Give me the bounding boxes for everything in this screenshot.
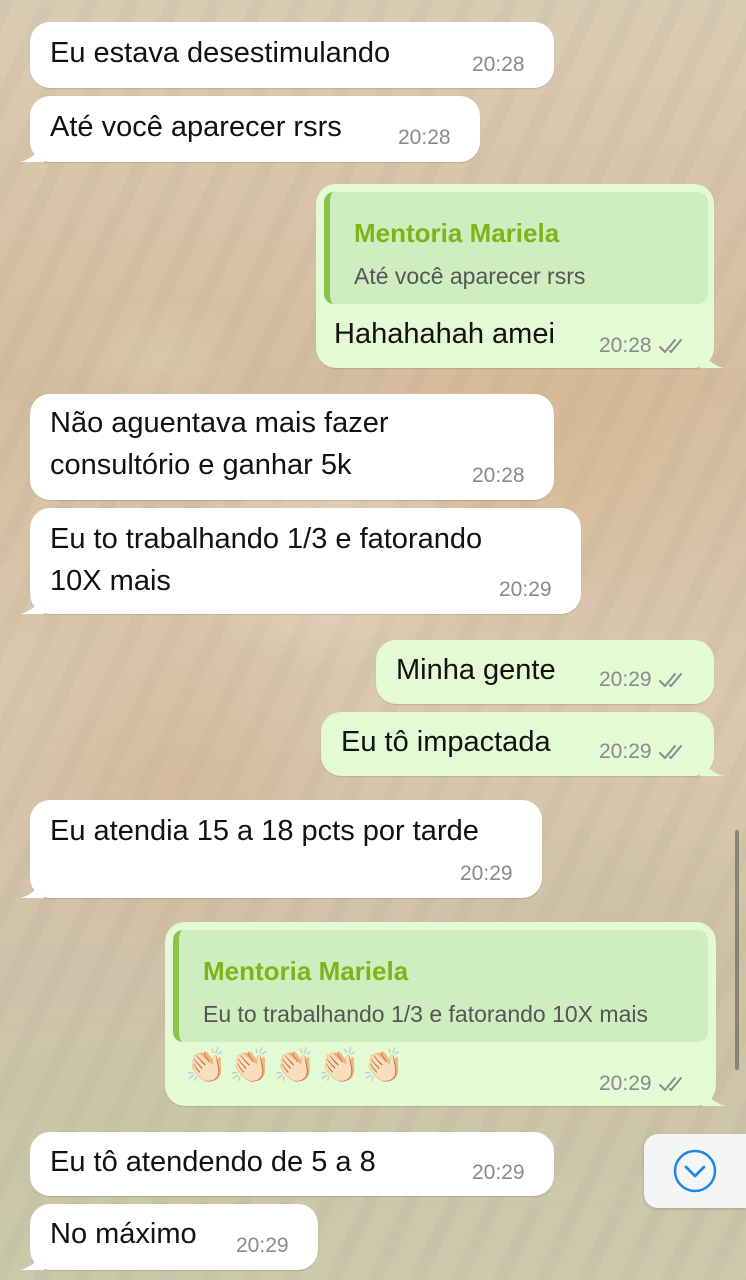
message-time: 20:29 [599, 1072, 652, 1095]
quote-text: Eu to trabalhando 1/3 e fatorando 10X ma… [203, 1001, 648, 1027]
bubble-tail [702, 1084, 726, 1106]
bubble-tail [20, 1248, 44, 1270]
message-text: No máximo [50, 1218, 197, 1250]
message-text-line: 10X mais [50, 565, 171, 597]
quote-author: Mentoria Mariela [354, 218, 560, 248]
double-check-icon [658, 339, 682, 353]
message-meta: 20:28 [599, 334, 688, 358]
message-time: 20:29 [599, 668, 652, 691]
message-time: 20:28 [599, 334, 652, 357]
double-check-icon [658, 745, 682, 759]
message-text-line: Eu to trabalhando 1/3 e fatorando [50, 523, 483, 555]
message-meta: 20:29 [599, 740, 688, 764]
scrollbar[interactable] [735, 830, 739, 1070]
message-text: Eu estava desestimulando [50, 37, 391, 69]
message-text: Eu tô impactada [341, 726, 551, 758]
bubble-tail [20, 140, 44, 162]
incoming-message[interactable]: Até você aparecer rsrs 20:28 [20, 96, 480, 162]
incoming-message[interactable]: No máximo 20:29 [20, 1204, 318, 1270]
incoming-message[interactable]: Eu estava desestimulando 20:28 [30, 22, 554, 88]
incoming-message[interactable]: Eu atendia 15 a 18 pcts por tarde 20:29 [20, 800, 542, 898]
outgoing-message[interactable]: Mentoria Mariela Eu to trabalhando 1/3 e… [165, 922, 726, 1106]
message-time: 20:29 [472, 1161, 525, 1184]
quote-text: Até você aparecer rsrs [354, 263, 586, 289]
outgoing-message[interactable]: Eu tô impactada 20:29 [321, 712, 724, 776]
quoted-message[interactable]: Mentoria Mariela Até você aparecer rsrs [324, 192, 708, 304]
double-check-icon [658, 1077, 682, 1091]
message-text-line: Não aguentava mais fazer [50, 407, 389, 439]
message-time: 20:29 [236, 1234, 289, 1257]
clapping-hands-emoji: 👏🏻👏🏻👏🏻👏🏻👏🏻 [185, 1047, 407, 1085]
message-time: 20:28 [398, 126, 451, 149]
quote-author: Mentoria Mariela [203, 956, 409, 986]
message-text: Eu atendia 15 a 18 pcts por tarde [50, 815, 479, 847]
incoming-message[interactable]: Eu tô atendendo de 5 a 8 20:29 [30, 1132, 554, 1196]
chevron-down-circle-icon [673, 1149, 717, 1193]
message-time: 20:28 [472, 464, 525, 487]
message-text: Até você aparecer rsrs [50, 111, 342, 143]
incoming-message[interactable]: Eu to trabalhando 1/3 e fatorando 10X ma… [20, 508, 581, 614]
outgoing-message[interactable]: Minha gente 20:29 [376, 640, 714, 704]
message-text: Minha gente [396, 654, 556, 686]
bubble-tail [20, 876, 44, 898]
incoming-message[interactable]: Não aguentava mais fazer consultório e g… [30, 394, 554, 500]
quoted-message[interactable]: Mentoria Mariela Eu to trabalhando 1/3 e… [173, 930, 708, 1042]
message-time: 20:29 [599, 740, 652, 763]
bubble-tail [700, 754, 724, 776]
message-text: Hahahahah amei [334, 318, 555, 350]
message-text-line: consultório e ganhar 5k [50, 449, 352, 481]
message-time: 20:29 [499, 578, 552, 601]
outgoing-message[interactable]: Mentoria Mariela Até você aparecer rsrs … [316, 184, 724, 368]
double-check-icon [658, 673, 682, 687]
bubble-tail [700, 346, 724, 368]
message-time: 20:28 [472, 53, 525, 76]
message-time: 20:29 [460, 862, 513, 885]
chat-background: Eu estava desestimulando 20:28 Até você … [0, 0, 746, 1280]
message-meta: 20:29 [599, 668, 688, 692]
bubble-tail [20, 592, 44, 614]
message-text: Eu tô atendendo de 5 a 8 [50, 1146, 376, 1178]
scroll-to-bottom-button[interactable] [644, 1134, 746, 1208]
message-meta: 20:29 [599, 1072, 688, 1096]
